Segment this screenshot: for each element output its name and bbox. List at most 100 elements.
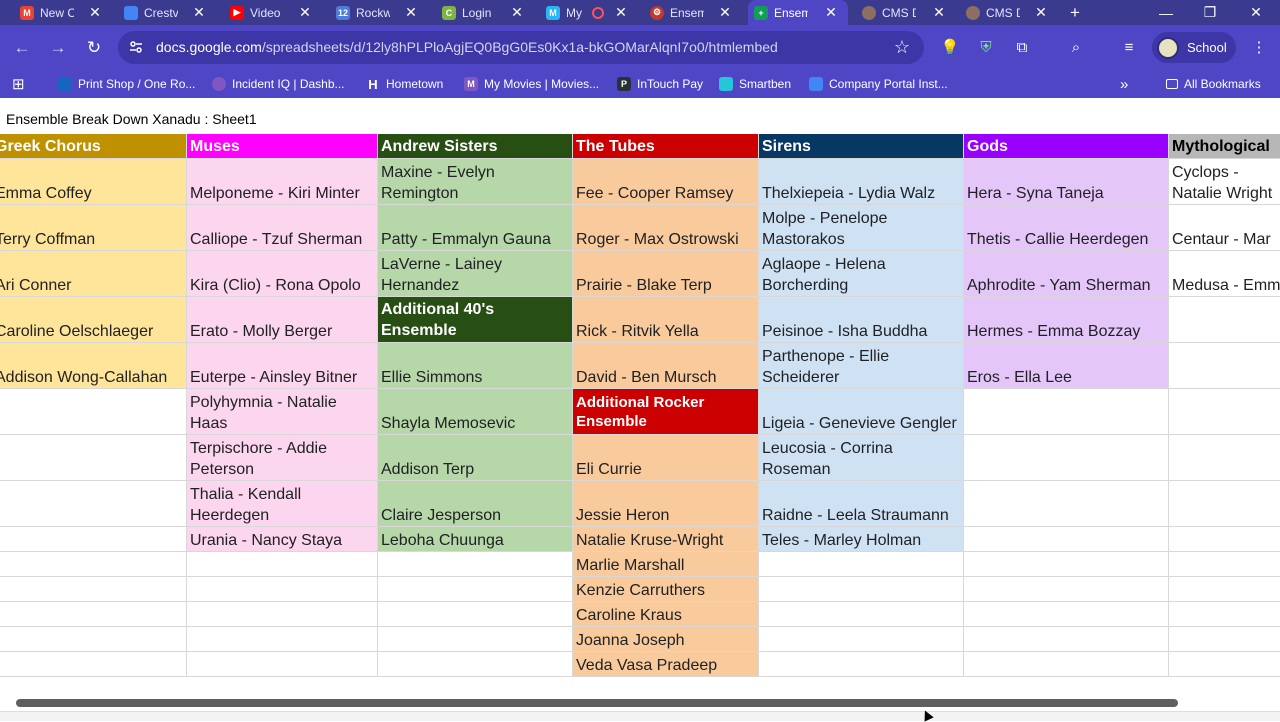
site-info-icon[interactable] <box>128 39 144 55</box>
table-cell: Kenzie Carruthers <box>573 577 758 601</box>
close-tab-icon[interactable]: ✕ <box>402 3 420 21</box>
bookmark-smartben[interactable]: Smartben <box>719 70 791 98</box>
cell-text: Peisinoe - Isha Buddha <box>762 323 928 340</box>
forward-arrow-icon[interactable]: → <box>45 35 71 61</box>
grid-line <box>0 676 1280 677</box>
table-cell: Emma Coffey <box>0 159 186 204</box>
tab-login[interactable]: C Login ✕ <box>436 0 534 25</box>
incident-iq-icon <box>212 77 226 91</box>
restore-icon[interactable]: ❐ <box>1190 0 1230 25</box>
tab-ensemble-active[interactable]: + Ensem ✕ <box>748 0 848 25</box>
table-cell: Hermes - Emma Bozzay <box>964 297 1168 342</box>
bookmark-star-icon[interactable]: ☆ <box>894 37 910 58</box>
tab-cms-1[interactable]: CMS D ✕ <box>856 0 956 25</box>
horizontal-scrollbar[interactable] <box>0 695 1280 711</box>
close-tab-icon[interactable]: ✕ <box>930 3 948 21</box>
table-cell: Ari Conner <box>0 251 186 296</box>
section-subheader: Additional 40's Ensemble <box>378 297 572 342</box>
cell-text: Shayla Memosevic <box>381 415 516 432</box>
table-cell: David - Ben Mursch <box>573 343 758 388</box>
close-tab-icon[interactable]: ✕ <box>612 3 630 21</box>
cell-text: Hermes - Emma Bozzay <box>967 323 1141 340</box>
portal-icon <box>862 5 876 20</box>
table-cell: Medusa - Emm <box>1169 251 1280 296</box>
folder-icon <box>1166 79 1178 89</box>
apps-grid-icon[interactable]: ⊞ <box>12 70 25 98</box>
close-window-icon[interactable]: ✕ <box>1236 0 1276 25</box>
new-tab-button[interactable]: + <box>1062 0 1090 25</box>
url-path: /spreadsheets/d/12ly8hPLPloAgjEQ0BgG0Es0… <box>261 39 778 55</box>
hometown-icon: H <box>368 76 378 92</box>
reload-icon[interactable]: ↻ <box>81 35 107 61</box>
cell-text: Euterpe - Ainsley Bitner <box>190 369 358 386</box>
bookmark-my-movies[interactable]: M My Movies | Movies... <box>464 70 599 98</box>
bookmark-hometown[interactable]: H Hometown <box>366 70 443 98</box>
close-tab-icon[interactable]: ✕ <box>296 3 314 21</box>
browser-tab-strip: M New C ✕ Crestv ✕ ▶ Video ✕ 12 Rockw ✕ … <box>0 0 1280 25</box>
browser-toolbar: ← → ↻ docs.google.com/spreadsheets/d/12l… <box>0 25 1280 70</box>
tab-gmail[interactable]: M New C ✕ <box>14 0 112 25</box>
close-tab-icon[interactable]: ✕ <box>508 3 526 21</box>
minimize-icon[interactable]: — <box>1146 0 1186 25</box>
media-controls-icon[interactable]: ≡ <box>1118 36 1140 58</box>
column-header: The Tubes <box>573 134 758 158</box>
cell-text: Molpe - Penelope Mastorakos <box>762 210 888 248</box>
cell-text: Urania - Nancy Staya <box>190 532 343 549</box>
back-arrow-icon[interactable]: ← <box>9 35 35 61</box>
tab-title: Rockw <box>356 5 390 20</box>
tab-calendar[interactable]: 12 Rockw ✕ <box>330 0 428 25</box>
bookmark-print-shop[interactable]: Print Shop / One Ro... <box>58 70 195 98</box>
close-tab-icon[interactable]: ✕ <box>822 3 840 21</box>
table-cell: Addison Wong-Callahan <box>0 343 186 388</box>
tab-search-icon[interactable]: ⌕ <box>1065 36 1087 58</box>
close-tab-icon[interactable]: ✕ <box>716 3 734 21</box>
tab-ensemble-1[interactable]: ⚙ Ensem ✕ <box>644 0 742 25</box>
cell-text: Aphrodite - Yam Sherman <box>967 277 1151 294</box>
table-cell: Calliope - Tzuf Sherman <box>187 205 377 250</box>
table-cell: Roger - Max Ostrowski <box>573 205 758 250</box>
close-tab-icon[interactable]: ✕ <box>190 3 208 21</box>
cell-text: Ellie Simmons <box>381 369 483 386</box>
bookmark-intouch-pay[interactable]: P InTouch Pay <box>617 70 703 98</box>
more-bookmarks-chevron-icon[interactable]: » <box>1120 70 1128 98</box>
bookmark-incident-iq[interactable]: Incident IQ | Dashb... <box>212 70 345 98</box>
column-header: Sirens <box>759 134 963 158</box>
close-tab-icon[interactable]: ✕ <box>86 3 104 21</box>
url-text[interactable]: docs.google.com/spreadsheets/d/12ly8hPLP… <box>156 39 778 55</box>
cell-text: Sirens <box>762 137 811 155</box>
bookmark-label: My Movies | Movies... <box>484 77 600 91</box>
sheets-icon: + <box>754 5 768 20</box>
document-icon <box>809 77 823 91</box>
tab-my-movies[interactable]: M My ✕ <box>540 0 638 25</box>
table-cell: Teles - Marley Holman <box>759 527 963 551</box>
bookmark-label: Incident IQ | Dashb... <box>232 77 345 91</box>
tab-youtube[interactable]: ▶ Video ✕ <box>224 0 322 25</box>
cell-text: Calliope - Tzuf Sherman <box>190 231 363 248</box>
table-cell: Urania - Nancy Staya <box>187 527 377 551</box>
lightbulb-extension-icon[interactable]: 💡 <box>939 36 961 58</box>
close-tab-icon[interactable]: ✕ <box>1032 3 1050 21</box>
bookmark-label: Company Portal Inst... <box>829 77 948 91</box>
tab-title: Ensem <box>774 5 808 20</box>
cell-text: Thelxiepeia - Lydia Walz <box>762 185 936 202</box>
portal-icon <box>966 5 980 20</box>
shield-extension-icon[interactable]: ⛨ <box>975 36 997 58</box>
cell-text: Leboha Chuunga <box>381 532 504 549</box>
kebab-menu-icon[interactable]: ⋮ <box>1248 36 1270 58</box>
all-bookmarks-button[interactable]: All Bookmarks <box>1166 70 1261 98</box>
table-cell: Centaur - Mar <box>1169 205 1280 250</box>
table-cell: Leucosia - Corrina Roseman <box>759 435 963 480</box>
tab-cms-2[interactable]: CMS D ✕ <box>960 0 1058 25</box>
address-bar[interactable]: docs.google.com/spreadsheets/d/12ly8hPLP… <box>118 31 924 64</box>
cell-text: Centaur - Mar <box>1172 231 1271 248</box>
cell-text: Erato - Molly Berger <box>190 323 333 340</box>
cell-text: Veda Vasa Pradeep <box>576 657 718 674</box>
extensions-puzzle-icon[interactable]: ⧉ <box>1011 36 1033 58</box>
bookmark-company-portal[interactable]: Company Portal Inst... <box>809 70 948 98</box>
profile-button[interactable]: School <box>1152 32 1236 63</box>
tab-title: Ensem <box>670 5 704 20</box>
cell-text: Emma Coffey <box>0 185 92 202</box>
cell-text: Thalia - Kendall Heerdegen <box>190 486 302 524</box>
scrollbar-thumb[interactable] <box>16 699 1178 707</box>
tab-docs[interactable]: Crestv ✕ <box>118 0 216 25</box>
